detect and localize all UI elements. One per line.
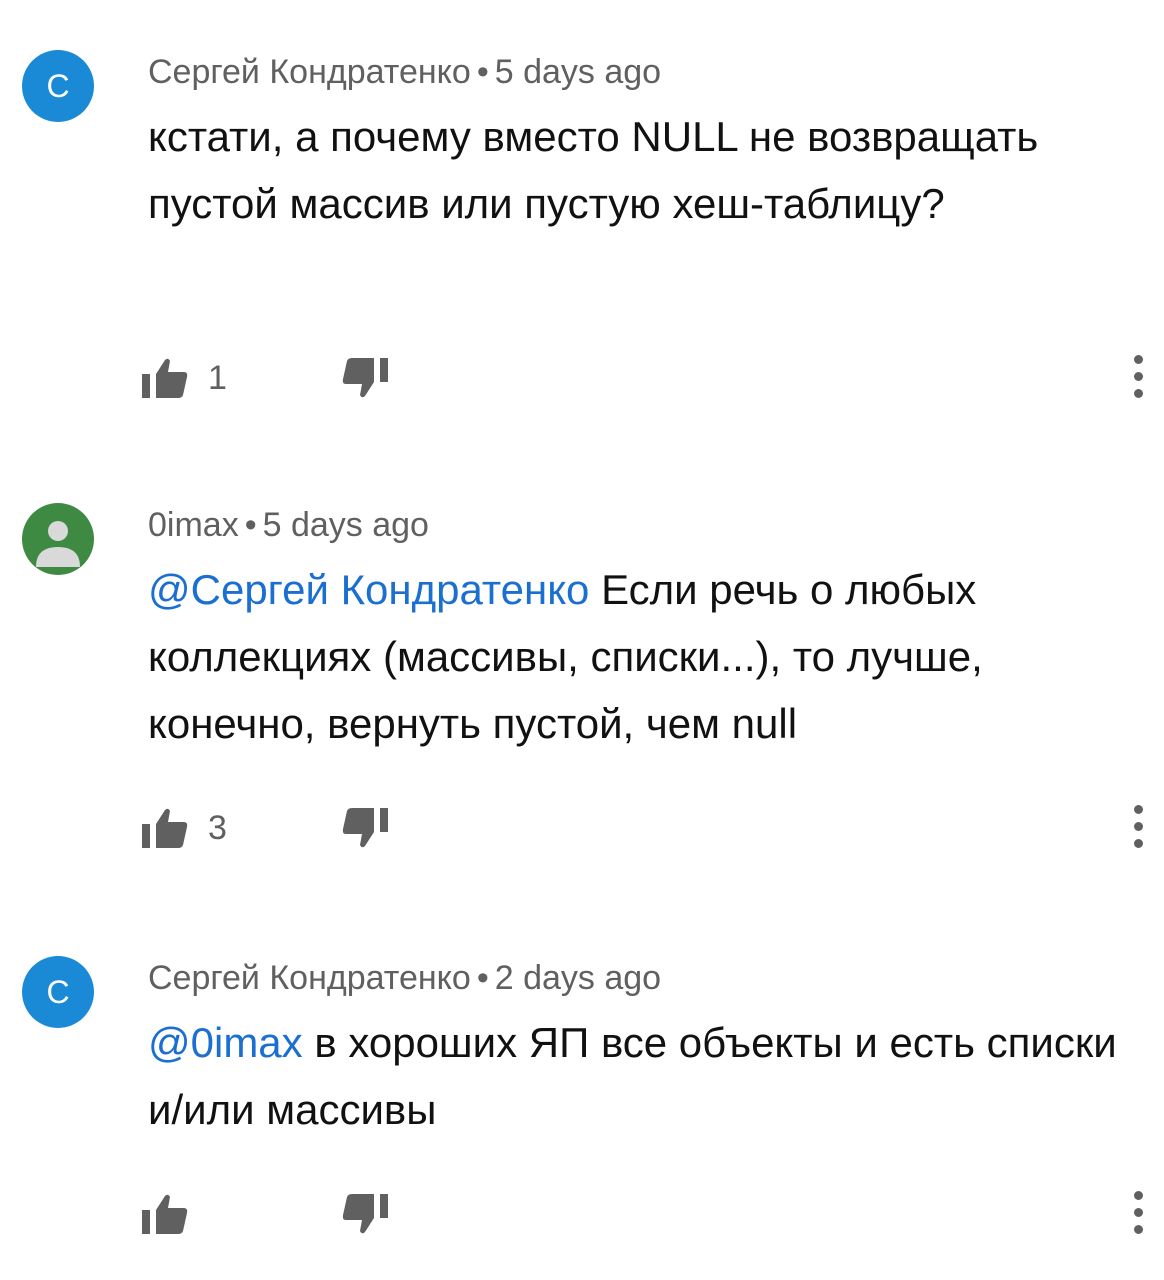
more-dot bbox=[1133, 354, 1143, 364]
like-button[interactable]: 1 bbox=[140, 348, 227, 408]
mention-link[interactable]: @Сергей Кондратенко bbox=[148, 566, 589, 613]
more-options-button[interactable] bbox=[1126, 346, 1150, 406]
default-user-icon bbox=[36, 521, 80, 567]
avatar-letter: С bbox=[46, 68, 70, 104]
comment-header: 0imax • 5 days ago bbox=[148, 505, 429, 545]
author-name[interactable]: 0imax bbox=[148, 506, 239, 544]
thumbs-up-icon bbox=[142, 1194, 188, 1234]
more-dot bbox=[1133, 1190, 1143, 1200]
mention-link[interactable]: @0imax bbox=[148, 1019, 303, 1066]
more-dot bbox=[1133, 1224, 1143, 1234]
thumbs-down-icon bbox=[342, 1194, 388, 1234]
author-name[interactable]: Сергей Кондратенко bbox=[148, 959, 471, 997]
comment-header: Сергей Кондратенко • 5 days ago bbox=[148, 52, 661, 92]
thumbs-down-icon bbox=[342, 358, 388, 398]
more-options-button[interactable] bbox=[1126, 1182, 1150, 1242]
separator: • bbox=[244, 506, 257, 544]
thumbs-up-icon bbox=[142, 808, 188, 848]
like-button[interactable]: 3 bbox=[140, 798, 227, 858]
comment-header: Сергей Кондратенко • 2 days ago bbox=[148, 958, 661, 998]
comment-time[interactable]: 5 days ago bbox=[263, 506, 429, 544]
comment-text: @Сергей Кондратенко Если речь о любых ко… bbox=[148, 556, 1128, 757]
comment-actions: 3 bbox=[140, 798, 1150, 858]
comment-time[interactable]: 2 days ago bbox=[495, 959, 661, 997]
separator: • bbox=[476, 959, 489, 997]
avatar-letter: С bbox=[46, 974, 70, 1010]
comment-time[interactable]: 5 days ago bbox=[495, 53, 661, 91]
dislike-button[interactable] bbox=[340, 348, 390, 408]
more-dot bbox=[1133, 838, 1143, 848]
more-dot bbox=[1133, 821, 1143, 831]
comment-text: кстати, а почему вместо NULL не возвраща… bbox=[148, 103, 1128, 237]
thumbs-up-icon bbox=[142, 358, 188, 398]
comment-actions: 1 bbox=[140, 348, 1150, 408]
like-count: 1 bbox=[208, 359, 227, 397]
comment-actions bbox=[140, 1184, 1150, 1244]
dislike-button[interactable] bbox=[340, 1184, 390, 1244]
dislike-button[interactable] bbox=[340, 798, 390, 858]
author-name[interactable]: Сергей Кондратенко bbox=[148, 53, 471, 91]
like-button[interactable] bbox=[140, 1184, 208, 1244]
separator: • bbox=[476, 53, 489, 91]
avatar[interactable]: С bbox=[22, 50, 94, 122]
comment-text: @0imax в хороших ЯП все объекты и есть с… bbox=[148, 1009, 1128, 1143]
avatar[interactable]: С bbox=[22, 956, 94, 1028]
more-dot bbox=[1133, 388, 1143, 398]
more-dot bbox=[1133, 1207, 1143, 1217]
more-dot bbox=[1133, 371, 1143, 381]
avatar[interactable] bbox=[22, 503, 94, 575]
more-options-button[interactable] bbox=[1126, 796, 1150, 856]
like-count: 3 bbox=[208, 809, 227, 847]
thumbs-down-icon bbox=[342, 808, 388, 848]
more-dot bbox=[1133, 804, 1143, 814]
comment-body: кстати, а почему вместо NULL не возвраща… bbox=[148, 113, 1039, 227]
